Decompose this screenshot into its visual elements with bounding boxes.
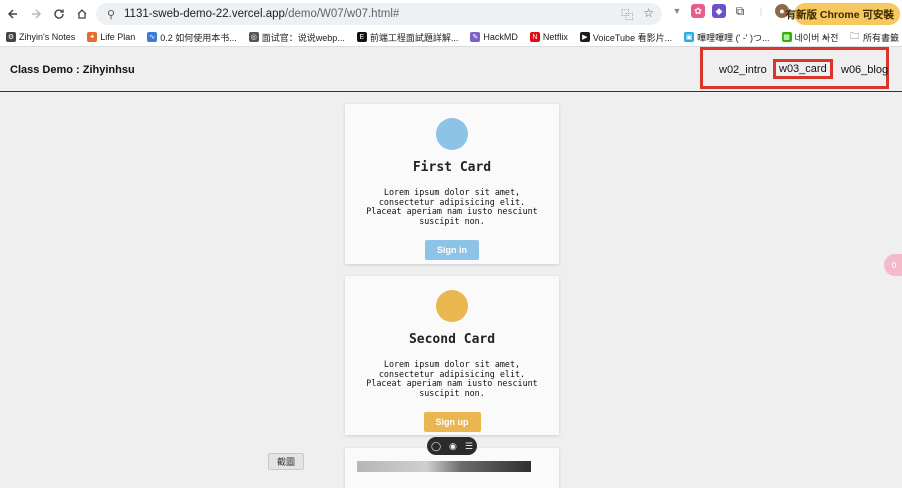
bookmark-label: 네이버 사전 [794,32,839,43]
bookmark-label: 前端工程面試題詳解... [369,32,459,43]
card-title: Second Card [408,332,496,347]
bookmark-favicon: ▣ [684,32,695,42]
bookmark-favicon: ▶ [579,32,590,42]
eye-icon[interactable]: ◉ [449,441,457,452]
bookmark-favicon: N [529,32,540,42]
extension-purple-icon[interactable]: ◆ [712,4,726,18]
bookmark-item[interactable]: ✎ HackMD [470,32,518,42]
bookmark-favicon: ⚙ [6,32,16,42]
url-text: 1131-sweb-demo-22.vercel.app/demo/W07/w0… [124,8,399,20]
nav-link-w03-card[interactable]: w03_card [773,59,833,79]
browser-toolbar: ⚲ 1131-sweb-demo-22.vercel.app/demo/W07/… [0,0,902,28]
reload-icon [54,9,64,19]
card-title: First Card [412,160,492,175]
bookmark-item[interactable]: ▣ 嗶哩嗶哩 (' -' )つ... [684,31,770,44]
back-button[interactable] [2,3,24,25]
bookmark-favicon: ✎ [470,32,481,42]
bookmark-label: 0.2 如何使用本书... [160,32,237,43]
site-info-icon[interactable]: ⚲ [100,8,122,21]
card-image [357,461,531,472]
reload-button[interactable] [48,3,70,25]
forward-button[interactable] [25,3,47,25]
nav-link-w06-blog[interactable]: w06_blog [841,64,888,76]
bookmark-label: Life Plan [100,32,136,42]
folder-icon: 🗀 [850,31,860,41]
bookmark-item[interactable]: E 前端工程面試題詳解... [356,31,459,44]
chrome-update-button[interactable]: 有新版 Chrome 可安裝 ⋮ [786,3,902,25]
bookmarks-overflow-button[interactable]: » [822,28,828,46]
back-arrow-icon [7,9,17,19]
floating-toolbar: ◯ ◉ ☰ [427,437,477,455]
bookmark-favicon: ▦ [781,32,792,42]
bookmark-item[interactable]: ▦ 네이버 사전 [781,31,839,44]
extensions-puzzle-icon[interactable]: ⧉ [733,4,747,18]
card: Second Card Lorem ipsum dolor sit amet, … [345,276,559,435]
bookmark-favicon: ∿ [147,32,158,42]
card-circle-icon [436,290,468,322]
more-menu-icon: ⋮ [898,8,902,20]
bookmark-favicon: ✦ [87,32,98,42]
card-circle-icon [436,118,468,150]
sign-up-button[interactable]: Sign up [423,411,481,432]
bookmark-favicon: ◎ [248,32,259,42]
bookmark-star-icon[interactable]: ☆ [643,6,654,23]
bookmark-label: Zihyin's Notes [19,32,76,42]
bookmark-favicon: E [356,32,367,42]
comment-icon[interactable]: ◯ [431,441,441,452]
url-host: 1131-sweb-demo-22.vercel.app [124,8,285,20]
bookmark-item[interactable]: ✦ Life Plan [87,32,135,42]
address-bar[interactable]: ⚲ 1131-sweb-demo-22.vercel.app/demo/W07/… [96,3,662,25]
card-body: Lorem ipsum dolor sit amet, consectetur … [366,359,538,399]
extensions-area: ▼ ✿ ◆ ⧉ | ● [670,4,789,18]
nav-link-w02-intro[interactable]: w02_intro [719,64,767,76]
bookmark-item[interactable]: ▶ VoiceTube 看影片... [579,31,673,44]
site-brand: Class Demo : Zihyinhsu [10,64,135,76]
bookmark-label: HackMD [483,32,518,42]
card: First Card Lorem ipsum dolor sit amet, c… [345,104,559,264]
all-bookmarks-button[interactable]: 🗀 所有書籤 [850,28,899,46]
forward-arrow-icon [32,9,42,19]
bookmark-item[interactable]: N Netflix [529,32,568,42]
home-button[interactable] [71,3,93,25]
home-icon [77,9,87,19]
bookmark-item[interactable]: ∿ 0.2 如何使用本书... [147,31,237,44]
list-icon[interactable]: ☰ [465,441,473,452]
bookmark-label: 嗶哩嗶哩 (' -' )つ... [697,32,770,43]
divider-icon: | [754,4,768,18]
bookmark-item[interactable]: ⚙ Zihyin's Notes [6,32,75,42]
update-label: 有新版 Chrome 可安裝 [785,8,895,21]
translate-icon[interactable]: ⿻ [621,6,633,23]
all-bookmarks-label: 所有書籤 [863,32,900,43]
bookmarks-bar: ⚙ Zihyin's Notes ✦ Life Plan ∿ 0.2 如何使用本书..… [0,28,902,47]
bookmark-label: Netflix [542,32,568,42]
side-translate-tab[interactable]: ö [884,254,902,276]
sign-in-button[interactable]: Sign in [425,239,479,260]
url-path: /demo/W07/w07.html# [284,8,400,20]
bookmark-item[interactable]: ◎ 面试官：说说webp... [248,31,345,44]
screenshot-button[interactable]: 截圖 [268,453,304,470]
site-header: Class Demo : Zihyinhsu w02_intro w03_car… [0,47,902,92]
extension-v-icon[interactable]: ▼ [670,4,684,18]
bookmark-label: VoiceTube 看影片... [592,32,673,43]
card-body: Lorem ipsum dolor sit amet, consectetur … [366,187,538,227]
bookmark-label: 面试官：说说webp... [261,32,345,43]
extension-pink-icon[interactable]: ✿ [691,4,705,18]
